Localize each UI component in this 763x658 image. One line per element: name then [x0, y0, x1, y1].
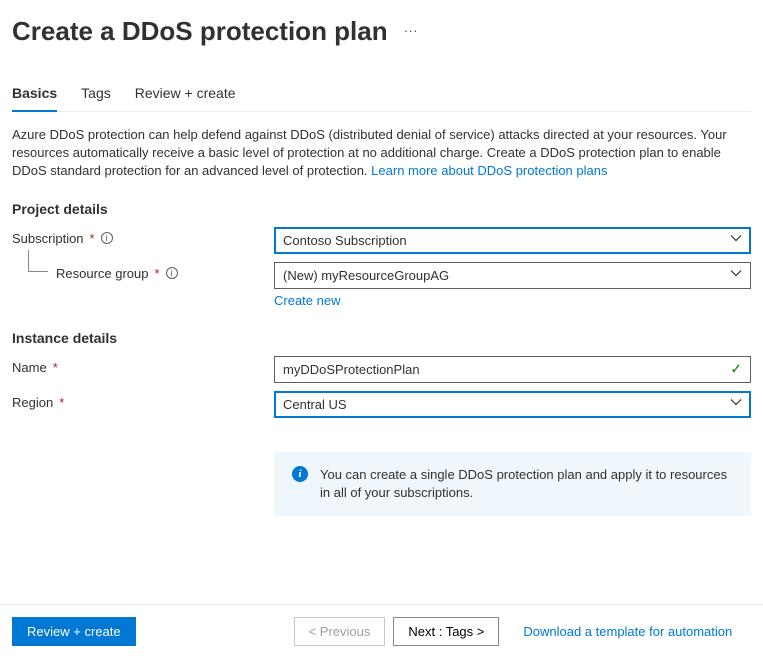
info-icon[interactable]: i — [166, 267, 178, 279]
previous-button: < Previous — [294, 617, 386, 646]
resource-group-label: Resource group * i — [12, 262, 274, 281]
page-title: Create a DDoS protection plan — [12, 16, 388, 47]
resource-group-select[interactable]: (New) myResourceGroupAG — [274, 262, 751, 289]
region-select[interactable]: Central US — [274, 391, 751, 418]
next-button[interactable]: Next : Tags > — [393, 617, 499, 646]
intro-text: Azure DDoS protection can help defend ag… — [12, 126, 751, 181]
name-input[interactable]: myDDoSProtectionPlan ✓ — [274, 356, 751, 383]
section-project-details: Project details — [12, 201, 751, 217]
more-actions-icon[interactable]: ··· — [404, 22, 418, 42]
subscription-label: Subscription * i — [12, 227, 274, 246]
check-icon: ✓ — [730, 361, 742, 378]
info-banner: i You can create a single DDoS protectio… — [274, 452, 751, 516]
chevron-down-icon — [730, 233, 742, 248]
name-label: Name * — [12, 356, 274, 375]
review-create-button[interactable]: Review + create — [12, 617, 136, 646]
learn-more-link[interactable]: Learn more about DDoS protection plans — [371, 163, 607, 178]
info-icon: i — [292, 466, 308, 482]
tab-basics[interactable]: Basics — [12, 77, 57, 111]
chevron-down-icon — [730, 397, 742, 412]
chevron-down-icon — [730, 268, 742, 283]
create-new-link[interactable]: Create new — [274, 293, 340, 308]
subscription-select[interactable]: Contoso Subscription — [274, 227, 751, 254]
tab-tags[interactable]: Tags — [81, 77, 111, 111]
tab-review[interactable]: Review + create — [135, 77, 236, 111]
region-label: Region * — [12, 391, 274, 410]
tab-bar: Basics Tags Review + create — [12, 77, 751, 112]
download-template-link[interactable]: Download a template for automation — [523, 624, 732, 639]
section-instance-details: Instance details — [12, 330, 751, 346]
footer-bar: Review + create < Previous Next : Tags >… — [0, 604, 763, 658]
info-icon[interactable]: i — [101, 232, 113, 244]
